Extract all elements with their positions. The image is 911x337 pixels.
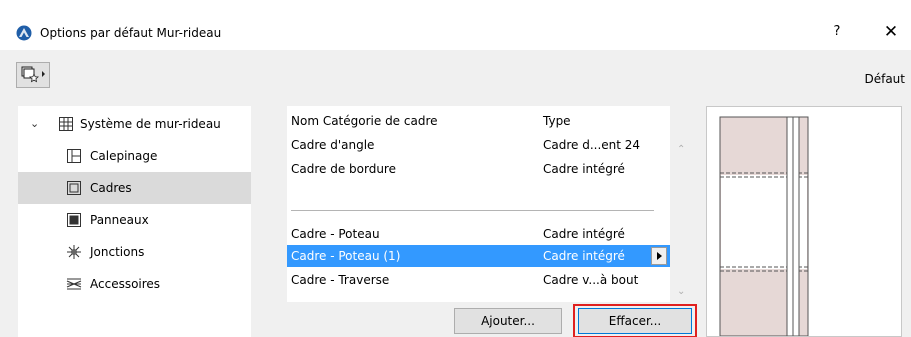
tree-item-scheme[interactable]: Calepinage (18, 140, 251, 172)
panel-icon (67, 213, 81, 227)
help-button[interactable]: ? (826, 21, 848, 43)
row-type: Cadre v...à bout (543, 273, 639, 287)
table-row-selected[interactable]: Cadre - Poteau (1) Cadre intégré (287, 245, 670, 267)
column-header-type[interactable]: Type (543, 114, 571, 128)
scroll-down-icon[interactable]: ⌄ (677, 286, 685, 297)
table-row[interactable]: Cadre d'angle Cadre d...ent 24 (287, 134, 670, 156)
toolbar: Défaut (0, 50, 911, 96)
frame-icon (67, 181, 81, 195)
row-name: Cadre - Traverse (291, 273, 390, 287)
default-label: Défaut (864, 72, 905, 86)
tree-item-label: Calepinage (90, 149, 158, 163)
content-area: ⌄ Système de mur-rideau Calepinage Cadre… (0, 96, 911, 337)
add-button[interactable]: Ajouter... (454, 308, 562, 334)
row-type: Cadre d...ent 24 (543, 138, 641, 152)
scheme-grid-icon (67, 149, 81, 163)
tree-item-accessories[interactable]: Accessoires (18, 268, 251, 300)
scroll-up-icon[interactable]: ⌃ (677, 144, 685, 155)
tree-item-label: Accessoires (90, 277, 161, 291)
tree-item-label: Cadres (90, 181, 132, 195)
delete-button[interactable]: Effacer... (578, 308, 692, 334)
table-row[interactable]: Cadre - Poteau Cadre intégré (287, 223, 670, 245)
row-name: Cadre d'angle (291, 138, 375, 152)
row-name: Cadre de bordure (291, 162, 396, 176)
row-name: Cadre - Poteau (291, 227, 380, 241)
frames-table: Nom Catégorie de cadre Type Cadre d'angl… (287, 106, 685, 302)
close-button[interactable]: ✕ (880, 21, 902, 43)
accessory-icon (66, 278, 82, 290)
settings-tree: ⌄ Système de mur-rideau Calepinage Cadre… (18, 106, 251, 337)
tree-item-label: Jonctions (90, 245, 145, 259)
chevron-down-icon[interactable]: ⌄ (30, 117, 39, 130)
tree-item-junctions[interactable]: Jonctions (18, 236, 251, 268)
row-name: Cadre - Poteau (1) (291, 249, 401, 263)
row-type: Cadre intégré (543, 162, 625, 176)
table-row[interactable]: Cadre - Traverse Cadre v...à bout (287, 269, 670, 291)
row-expand-arrow-icon[interactable] (651, 247, 667, 265)
favorites-button[interactable] (16, 62, 50, 88)
favorites-star-icon (21, 66, 45, 83)
column-header-name[interactable]: Nom Catégorie de cadre (291, 114, 438, 128)
tree-item-panels[interactable]: Panneaux (18, 204, 251, 236)
table-separator (291, 210, 654, 211)
tree-item-label: Panneaux (90, 213, 149, 227)
junction-icon (67, 245, 81, 259)
curtain-wall-system-icon (59, 117, 73, 131)
row-type: Cadre intégré (543, 227, 625, 241)
window-title: Options par défaut Mur-rideau (40, 26, 222, 40)
tree-item-label: Système de mur-rideau (80, 117, 221, 131)
archicad-app-icon (16, 25, 32, 41)
table-row[interactable]: Cadre de bordure Cadre intégré (287, 158, 670, 180)
tree-item-frames[interactable]: Cadres (18, 172, 251, 204)
curtain-wall-preview-image (719, 116, 809, 337)
row-type: Cadre intégré (543, 249, 625, 263)
curtain-wall-preview (706, 106, 902, 337)
title-bar: Options par défaut Mur-rideau ? ✕ (0, 0, 911, 50)
tree-item-curtain-wall-system[interactable]: ⌄ Système de mur-rideau (18, 108, 251, 140)
